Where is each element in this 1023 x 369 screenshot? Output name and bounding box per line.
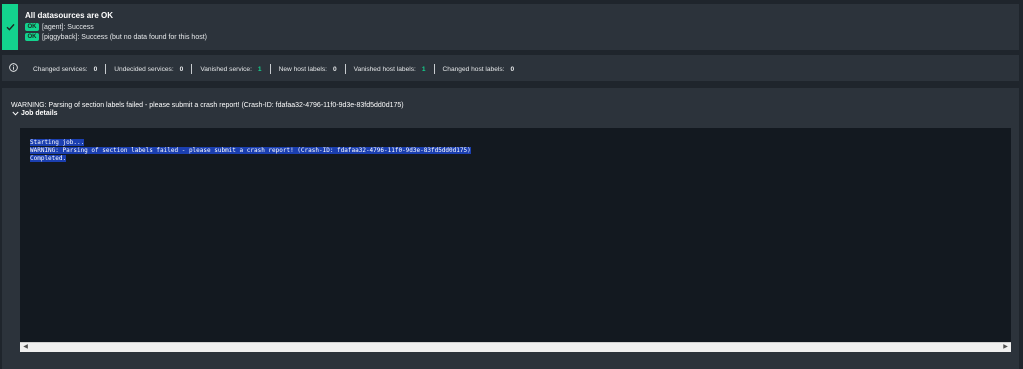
divider <box>433 64 435 74</box>
job-panel: WARNING: Parsing of section labels faile… <box>2 88 1019 369</box>
divider <box>344 64 346 74</box>
count-value: 0 <box>510 65 515 73</box>
info-icon <box>9 63 18 72</box>
count-value: 0 <box>93 65 98 73</box>
log-line: WARNING: Parsing of section labels faile… <box>30 147 471 154</box>
horizontal-scrollbar[interactable]: ◀ ▶ <box>20 342 1011 352</box>
count-label: Vanished host labels: <box>353 65 416 73</box>
datasource-text: [agent]: Success <box>42 23 94 31</box>
warning-message: WARNING: Parsing of section labels faile… <box>11 102 404 109</box>
count-undecided-services: Undecided services: 0 <box>114 66 183 73</box>
count-value: 1 <box>421 65 426 73</box>
count-label: New host labels: <box>278 65 327 73</box>
count-label: Undecided services: <box>114 65 174 73</box>
log-line: Completed. <box>30 155 67 162</box>
log-text: Starting job... WARNING: Parsing of secti… <box>30 139 471 163</box>
status-title: All datasources are OK <box>25 11 114 20</box>
divider <box>105 64 107 74</box>
count-changed-host-labels: Changed host labels: 0 <box>443 66 515 73</box>
count-label: Changed host labels: <box>442 65 505 73</box>
job-details-label: Job details <box>21 110 58 117</box>
log-line: Starting job... <box>30 139 85 146</box>
datasource-status-panel: All datasources are OK OK [agent]: Succe… <box>2 4 1019 50</box>
scroll-right-icon[interactable]: ▶ <box>1001 344 1010 351</box>
discovery-summary-bar: Changed services: 0 Undecided services: … <box>2 55 1019 81</box>
count-label: Changed services: <box>33 65 88 73</box>
count-value: 0 <box>179 65 184 73</box>
count-changed-services: Changed services: 0 <box>33 66 97 73</box>
count-new-host-labels: New host labels: 0 <box>279 66 337 73</box>
count-vanished-service: Vanished service: 1 <box>200 66 261 73</box>
counts-list: Changed services: 0 Undecided services: … <box>33 64 514 74</box>
job-details-toggle[interactable]: Job details <box>12 110 58 117</box>
ok-badge: OK <box>25 33 39 41</box>
divider <box>191 64 193 74</box>
count-label: Vanished service: <box>200 65 252 73</box>
divider <box>269 64 271 74</box>
ok-badge: OK <box>25 23 39 31</box>
scroll-left-icon[interactable]: ◀ <box>21 344 30 351</box>
check-icon <box>6 23 15 31</box>
job-log-output[interactable]: Starting job... WARNING: Parsing of secti… <box>20 128 1011 352</box>
count-vanished-host-labels: Vanished host labels: 1 <box>354 66 426 73</box>
datasource-text: [piggyback]: Success (but no data found … <box>42 33 207 41</box>
datasource-row-agent: OK [agent]: Success <box>25 23 94 31</box>
count-value: 0 <box>332 65 337 73</box>
status-ok-strip <box>2 4 18 50</box>
chevron-down-icon <box>12 111 19 116</box>
count-value: 1 <box>257 65 262 73</box>
datasource-row-piggyback: OK [piggyback]: Success (but no data fou… <box>25 33 207 41</box>
